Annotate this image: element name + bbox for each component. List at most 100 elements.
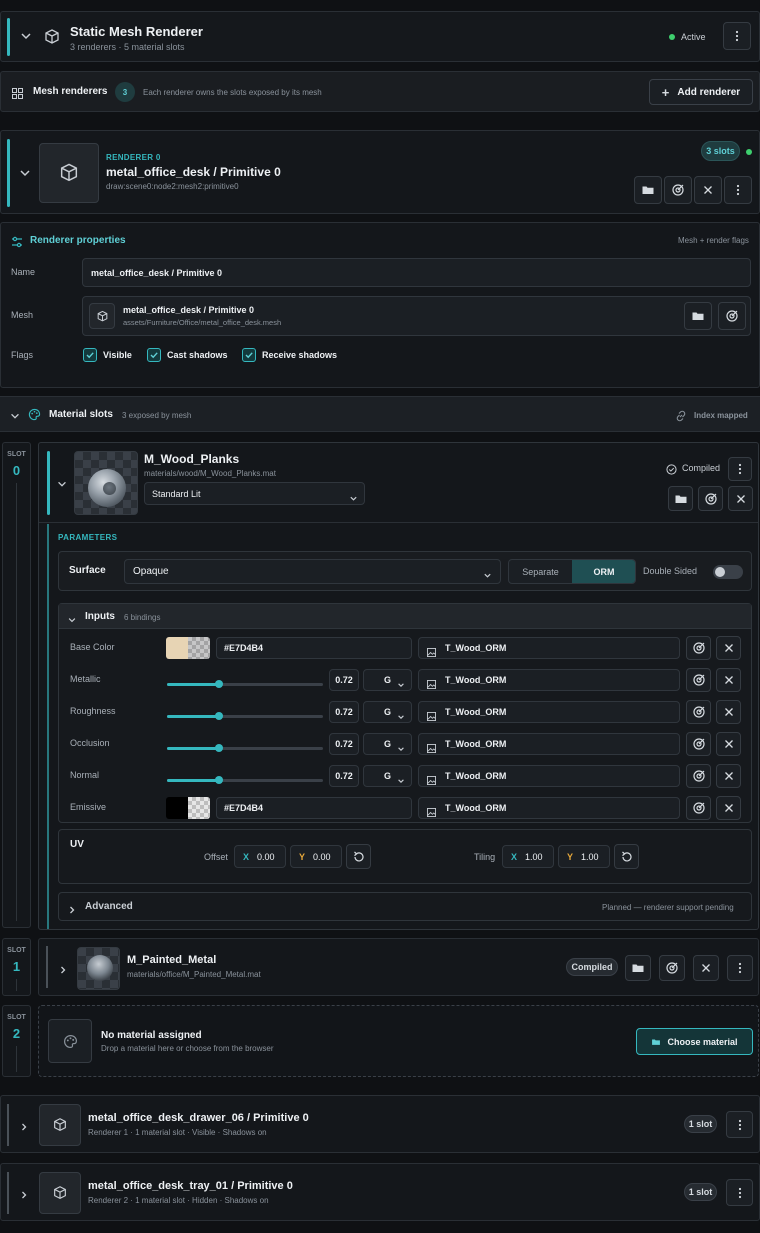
occlusion-value-input[interactable]: 0.72 bbox=[329, 733, 359, 755]
metallic-slider[interactable] bbox=[167, 680, 323, 688]
accent-bar bbox=[7, 139, 10, 207]
input-label: Occlusion bbox=[70, 738, 110, 748]
locate-target-button[interactable] bbox=[686, 764, 711, 788]
more-options-button[interactable] bbox=[724, 176, 752, 204]
texture-slot[interactable]: T_Wood_ORM bbox=[418, 637, 680, 659]
input-row-metallic: Metallic 0.72 G T_Wood_ORM bbox=[59, 664, 751, 696]
collapse-chevron-icon[interactable] bbox=[18, 166, 32, 185]
more-options-button[interactable] bbox=[728, 457, 752, 481]
locate-target-button[interactable] bbox=[659, 955, 685, 981]
locate-target-button[interactable] bbox=[686, 668, 711, 692]
metallic-value-input[interactable]: 0.72 bbox=[329, 669, 359, 691]
locate-target-button[interactable] bbox=[686, 732, 711, 756]
double-sided-toggle[interactable] bbox=[713, 565, 743, 579]
chevron-right-icon bbox=[67, 902, 77, 920]
clear-texture-button[interactable] bbox=[716, 732, 741, 756]
locate-target-button[interactable] bbox=[686, 636, 711, 660]
visible-checkbox[interactable] bbox=[83, 348, 97, 362]
chevron-right-icon[interactable] bbox=[58, 962, 68, 980]
normal-value-input[interactable]: 0.72 bbox=[329, 765, 359, 787]
emissive-swatch[interactable] bbox=[166, 797, 210, 819]
browse-folder-button[interactable] bbox=[634, 176, 662, 204]
offset-y-input[interactable]: Y 0.00 bbox=[290, 845, 342, 868]
status-label: Active bbox=[681, 32, 706, 42]
shader-select[interactable]: Standard Lit bbox=[144, 482, 365, 505]
cast-shadows-checkbox[interactable] bbox=[147, 348, 161, 362]
input-label: Normal bbox=[70, 770, 100, 780]
renderer-1-row: metal_office_desk_drawer_06 / Primitive … bbox=[0, 1095, 760, 1153]
offset-x-value: 0.00 bbox=[257, 852, 275, 862]
browse-folder-button[interactable] bbox=[668, 486, 693, 511]
channel-select[interactable]: G bbox=[363, 733, 412, 755]
separate-option[interactable]: Separate bbox=[509, 560, 572, 583]
emissive-hex-input[interactable]: #E7D4B4 bbox=[216, 797, 412, 819]
roughness-slider[interactable] bbox=[167, 712, 323, 720]
texture-slot[interactable]: T_Wood_ORM bbox=[418, 765, 680, 787]
clear-texture-button[interactable] bbox=[716, 796, 741, 820]
palette-icon bbox=[28, 408, 41, 426]
advanced-group[interactable]: Advanced Planned — renderer support pend… bbox=[58, 892, 752, 921]
remove-button[interactable] bbox=[728, 486, 753, 511]
slot-index: 0 bbox=[12, 463, 21, 478]
remove-button[interactable] bbox=[694, 176, 722, 204]
remove-button[interactable] bbox=[693, 955, 719, 981]
texture-slot[interactable]: T_Wood_ORM bbox=[418, 797, 680, 819]
texture-slot[interactable]: T_Wood_ORM bbox=[418, 669, 680, 691]
texture-slot[interactable]: T_Wood_ORM bbox=[418, 733, 680, 755]
surface-select[interactable]: Opaque bbox=[124, 559, 501, 584]
texture-slot[interactable]: T_Wood_ORM bbox=[418, 701, 680, 723]
component-subtitle: 3 renderers · 5 material slots bbox=[70, 42, 185, 52]
locate-target-button[interactable] bbox=[664, 176, 692, 204]
collapse-chevron-icon[interactable] bbox=[19, 29, 33, 48]
clear-texture-button[interactable] bbox=[716, 668, 741, 692]
more-options-button[interactable] bbox=[726, 1179, 753, 1206]
compiled-status: Compiled bbox=[682, 463, 721, 473]
add-renderer-label: Add renderer bbox=[677, 86, 741, 98]
orm-option[interactable]: ORM bbox=[572, 560, 635, 583]
clear-texture-button[interactable] bbox=[716, 764, 741, 788]
normal-slider[interactable] bbox=[167, 776, 323, 784]
clear-texture-button[interactable] bbox=[716, 636, 741, 660]
roughness-value-input[interactable]: 0.72 bbox=[329, 701, 359, 723]
more-options-button[interactable] bbox=[723, 22, 751, 50]
slot-2-empty-dropzone[interactable]: No material assigned Drop a material her… bbox=[38, 1005, 759, 1077]
reset-offset-button[interactable] bbox=[346, 844, 371, 869]
base-color-swatch[interactable] bbox=[166, 637, 210, 659]
tiling-x-input[interactable]: X 1.00 bbox=[502, 845, 554, 868]
chevron-right-icon[interactable] bbox=[19, 1187, 29, 1205]
compiled-badge: Compiled bbox=[566, 958, 618, 976]
receive-shadows-checkbox[interactable] bbox=[242, 348, 256, 362]
channel-select[interactable]: G bbox=[363, 669, 412, 691]
collapse-chevron-icon[interactable] bbox=[56, 477, 68, 495]
axis-x-label: X bbox=[243, 852, 250, 862]
material-slots-header[interactable]: Material slots 3 exposed by mesh Index m… bbox=[0, 396, 760, 432]
inputs-header[interactable]: Inputs 6 bindings bbox=[59, 604, 751, 629]
tiling-y-input[interactable]: Y 1.00 bbox=[558, 845, 610, 868]
name-input[interactable]: metal_office_desk / Primitive 0 bbox=[82, 258, 751, 287]
channel-select[interactable]: G bbox=[363, 765, 412, 787]
clear-texture-button[interactable] bbox=[716, 700, 741, 724]
more-options-button[interactable] bbox=[727, 955, 753, 981]
value-text: 0.72 bbox=[335, 739, 353, 749]
choose-material-button[interactable]: Choose material bbox=[636, 1028, 753, 1055]
channel-select[interactable]: G bbox=[363, 701, 412, 723]
locate-target-button[interactable] bbox=[718, 302, 746, 330]
browse-folder-button[interactable] bbox=[625, 955, 651, 981]
occlusion-slider[interactable] bbox=[167, 744, 323, 752]
base-color-hex-input[interactable]: #E7D4B4 bbox=[216, 637, 412, 659]
add-renderer-button[interactable]: + Add renderer bbox=[649, 79, 753, 105]
locate-target-button[interactable] bbox=[686, 700, 711, 724]
visible-label: Visible bbox=[103, 350, 132, 360]
reset-tiling-button[interactable] bbox=[614, 844, 639, 869]
material-preview bbox=[74, 451, 138, 515]
more-options-button[interactable] bbox=[726, 1111, 753, 1138]
collapse-chevron-icon[interactable] bbox=[9, 409, 21, 427]
locate-target-button[interactable] bbox=[698, 486, 723, 511]
uv-title: UV bbox=[70, 839, 84, 850]
browse-folder-button[interactable] bbox=[684, 302, 712, 330]
offset-x-input[interactable]: X 0.00 bbox=[234, 845, 286, 868]
chevron-down-icon bbox=[397, 740, 405, 758]
chevron-right-icon[interactable] bbox=[19, 1119, 29, 1137]
locate-target-button[interactable] bbox=[686, 796, 711, 820]
mesh-field[interactable]: metal_office_desk / Primitive 0 assets/F… bbox=[82, 296, 751, 336]
